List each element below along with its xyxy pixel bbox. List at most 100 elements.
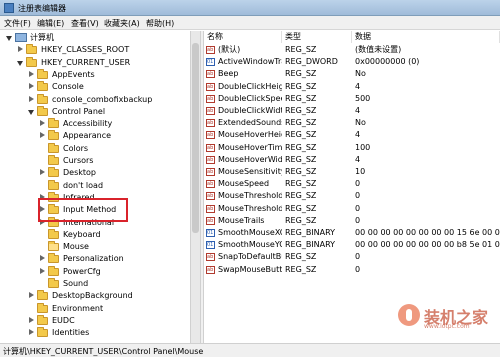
tree-item[interactable]: Personalization (0, 253, 190, 265)
collapse-arrow-icon[interactable] (28, 95, 35, 103)
value-name: SmoothMouseYCurve (218, 240, 282, 250)
value-row[interactable]: MouseSpeed REG_SZ 0 (204, 178, 500, 190)
string-value-icon (206, 45, 215, 55)
value-name: (默认) (218, 45, 241, 54)
menu-view[interactable]: 查看(V) (71, 18, 99, 29)
tree-item[interactable]: don't load (0, 179, 190, 192)
value-row[interactable]: MouseHoverWidthREG_SZ 4 (204, 154, 500, 166)
value-name: MouseSensitivity (218, 167, 282, 176)
collapse-arrow-icon[interactable] (28, 292, 35, 299)
menu-edit[interactable]: 编辑(E) (37, 18, 64, 29)
expand-arrow-icon[interactable] (28, 108, 35, 115)
tree-item[interactable]: Keyboard (0, 228, 190, 241)
value-name: SnapToDefaultButton (218, 252, 282, 262)
tree-item[interactable]: Appearance (0, 130, 190, 142)
collapse-arrow-icon[interactable] (28, 83, 35, 90)
value-data: 4 (355, 154, 361, 164)
menu-help[interactable]: 帮助(H) (146, 18, 174, 29)
tree-item[interactable]: Sound (0, 278, 190, 290)
tree-item[interactable]: Cursors (0, 155, 190, 167)
value-row[interactable]: SnapToDefaultButtonREG_SZ 0 (204, 251, 500, 263)
tree-item[interactable]: Control Panel (0, 105, 190, 118)
value-row[interactable]: SmoothMouseXCurveREG_BINARY 00 00 00 00 0… (204, 227, 500, 239)
value-data: 500 (355, 93, 371, 103)
folder-icon (48, 130, 59, 141)
value-row[interactable]: MouseThreshold2REG_SZ 0 (204, 203, 500, 215)
value-row[interactable]: SmoothMouseYCurveREG_BINARY 00 00 00 00 0… (204, 239, 500, 251)
tree-item[interactable]: PowerCfg (0, 265, 190, 278)
string-value-icon (206, 143, 215, 153)
tree-item-label: don't load (63, 180, 104, 190)
tree-item[interactable]: Mouse (0, 241, 190, 253)
folder-icon (48, 253, 59, 264)
column-header-data[interactable]: 数据 (352, 31, 500, 43)
value-row[interactable]: (默认) REG_SZ (数值未设置) (204, 44, 500, 56)
watermark-logo: 装机之家 www.lotpc.com (398, 296, 498, 336)
tree-item[interactable]: DesktopBackground (0, 290, 190, 302)
value-row[interactable]: DoubleClickHeightREG_SZ 4 (204, 81, 500, 93)
value-data: No (355, 69, 366, 79)
tree-item[interactable]: Desktop (0, 167, 190, 179)
value-row[interactable]: DoubleClickWidthREG_SZ 4 (204, 105, 500, 117)
collapse-arrow-icon[interactable] (39, 255, 46, 262)
collapse-arrow-icon[interactable] (28, 329, 35, 336)
expand-arrow-icon[interactable] (6, 34, 13, 41)
tree-item[interactable]: Identities (0, 327, 190, 339)
title-bar: 注册表编辑器 (0, 0, 500, 16)
folder-icon (48, 142, 59, 153)
menu-favorites[interactable]: 收藏夹(A) (104, 18, 140, 29)
menu-file[interactable]: 文件(F) (4, 18, 31, 29)
tree-vertical-scrollbar[interactable] (190, 31, 200, 343)
value-name: MouseThreshold2 (218, 203, 282, 213)
collapse-arrow-icon[interactable] (28, 70, 35, 78)
folder-icon (48, 167, 59, 178)
collapse-arrow-icon[interactable] (39, 267, 46, 275)
value-row[interactable]: MouseSensitivityREG_SZ 10 (204, 166, 500, 178)
value-name: MouseSpeed (218, 179, 270, 189)
binary-value-icon (206, 228, 215, 238)
collapse-arrow-icon[interactable] (39, 169, 46, 176)
folder-icon (37, 93, 48, 104)
scrollbar-thumb[interactable] (192, 43, 199, 233)
value-row[interactable]: ActiveWindowTrackingREG_DWORD 0x00000000 … (204, 56, 500, 68)
tree-item-label: Control Panel (52, 106, 106, 116)
tree-item[interactable]: Console (0, 81, 190, 93)
tree-item[interactable]: Environment (0, 302, 190, 315)
collapse-arrow-icon[interactable] (39, 120, 46, 127)
string-value-icon (206, 118, 215, 128)
tree-item[interactable]: HKEY_CLASSES_ROOT (0, 44, 190, 56)
value-row[interactable]: MouseThreshold1REG_SZ 0 (204, 190, 500, 202)
folder-icon (26, 44, 37, 55)
tree-item[interactable]: 计算机 (0, 32, 190, 44)
folder-icon (37, 314, 48, 325)
tree-item[interactable]: Colors (0, 142, 190, 155)
value-type: REG_SZ (285, 93, 317, 103)
tree-item[interactable]: console_combofixbackup (0, 93, 190, 106)
status-path: 计算机\HKEY_CURRENT_USER\Control Panel\Mous… (3, 347, 204, 356)
tree-item[interactable]: AppEvents (0, 68, 190, 81)
value-row[interactable]: ExtendedSoundsREG_SZ No (204, 117, 500, 129)
value-row[interactable]: DoubleClickSpeedREG_SZ 500 (204, 93, 500, 105)
collapse-arrow-icon[interactable] (17, 46, 24, 53)
folder-icon (48, 118, 59, 129)
string-value-icon (206, 167, 215, 177)
value-row[interactable]: MouseHoverHeightREG_SZ 4 (204, 129, 500, 141)
column-header-name[interactable]: 名称 (204, 31, 282, 43)
tree-item-label: DesktopBackground (52, 291, 133, 301)
value-row[interactable]: MouseHoverTimeREG_SZ 100 (204, 142, 500, 154)
column-header-type[interactable]: 类型 (282, 31, 352, 43)
tree-item[interactable]: HKEY_CURRENT_USER (0, 56, 190, 69)
tree-item[interactable]: EUDC (0, 314, 190, 327)
binary-value-icon (206, 240, 215, 250)
tree-item[interactable]: Accessibility (0, 118, 190, 130)
value-data: 0 (355, 191, 361, 201)
collapse-arrow-icon[interactable] (39, 132, 46, 139)
expand-arrow-icon[interactable] (17, 59, 24, 66)
value-row[interactable]: MouseTrails REG_SZ 0 (204, 215, 500, 227)
value-type: REG_SZ (285, 167, 317, 176)
collapse-arrow-icon[interactable] (28, 316, 35, 324)
value-name: MouseHoverWidth (218, 154, 282, 164)
value-row[interactable]: SwapMouseButtonsREG_SZ 0 (204, 264, 500, 276)
value-type: REG_SZ (285, 118, 317, 128)
value-row[interactable]: Beep REG_SZ No (204, 68, 500, 80)
